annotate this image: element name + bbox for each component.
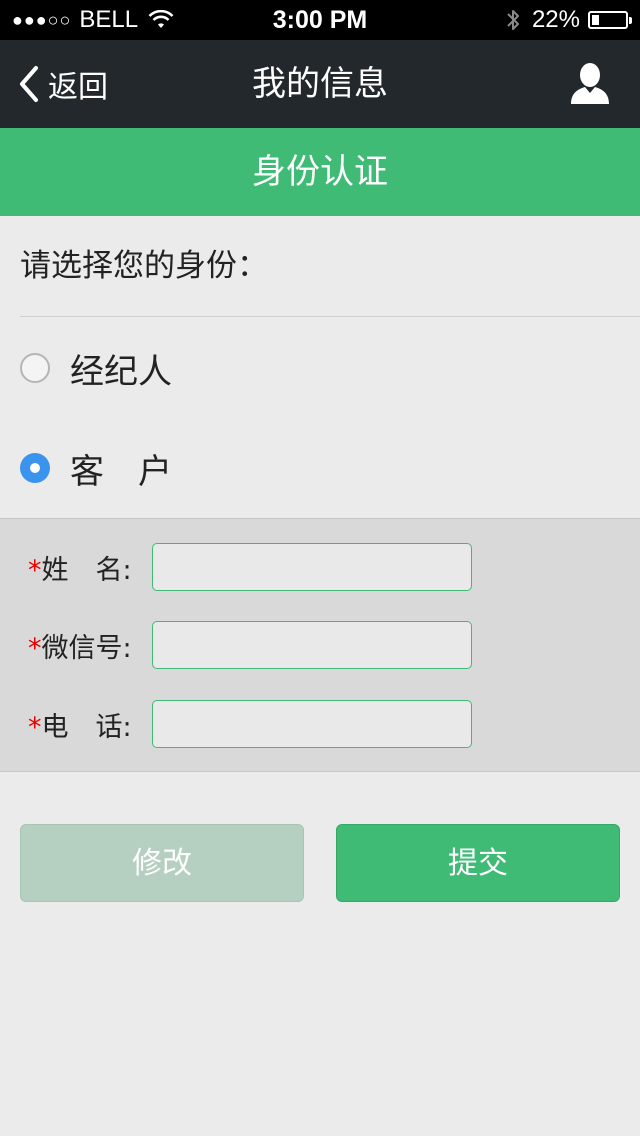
wechat-id-input[interactable] xyxy=(152,621,472,669)
status-bar: ●●●○○ BELL 3:00 PM 22% xyxy=(0,0,640,40)
form-row-phone: *电 话: xyxy=(28,700,472,748)
modify-button[interactable]: 修改 xyxy=(20,824,304,902)
required-mark: * xyxy=(28,711,42,743)
form-row-name: *姓 名: xyxy=(28,543,472,591)
nav-bar: 返回 我的信息 xyxy=(0,40,640,128)
name-field-label: *姓 名: xyxy=(28,548,152,587)
identity-prompt: 请选择您的身份： xyxy=(20,248,268,284)
wechat-label-text: 微信号: xyxy=(41,632,132,664)
back-label: 返回 xyxy=(48,70,108,105)
name-input[interactable] xyxy=(152,543,472,591)
phone-field-label: *电 话: xyxy=(28,705,152,744)
radio-button-unchecked[interactable] xyxy=(20,353,50,383)
user-icon xyxy=(571,63,609,104)
bluetooth-icon xyxy=(506,8,520,32)
back-button[interactable]: 返回 xyxy=(18,40,108,128)
phone-input[interactable] xyxy=(152,700,472,748)
wechat-field-label: *微信号: xyxy=(28,626,152,665)
radio-button-checked[interactable] xyxy=(20,453,50,483)
user-profile-button[interactable] xyxy=(570,62,610,106)
phone-label-text: 电 话: xyxy=(41,711,132,743)
radio-option-agent[interactable]: 经纪人 xyxy=(20,338,172,398)
section-header: 身份认证 xyxy=(0,128,640,216)
battery-level-fill xyxy=(592,15,599,25)
radio-option-customer[interactable]: 客 户 xyxy=(20,438,172,498)
required-mark: * xyxy=(28,554,42,586)
battery-icon xyxy=(588,11,632,29)
name-label-text: 姓 名: xyxy=(41,554,132,586)
submit-button[interactable]: 提交 xyxy=(336,824,620,902)
divider xyxy=(20,316,640,317)
form-row-wechat: *微信号: xyxy=(28,621,472,669)
battery-percent: 22% xyxy=(531,6,580,33)
back-chevron-icon xyxy=(18,65,40,103)
status-right: 22% xyxy=(506,0,632,40)
info-form: *姓 名: *微信号: *电 话: xyxy=(0,518,640,772)
radio-label-customer: 客 户 xyxy=(70,451,172,492)
radio-label-agent: 经纪人 xyxy=(70,351,172,392)
required-mark: * xyxy=(28,632,42,664)
